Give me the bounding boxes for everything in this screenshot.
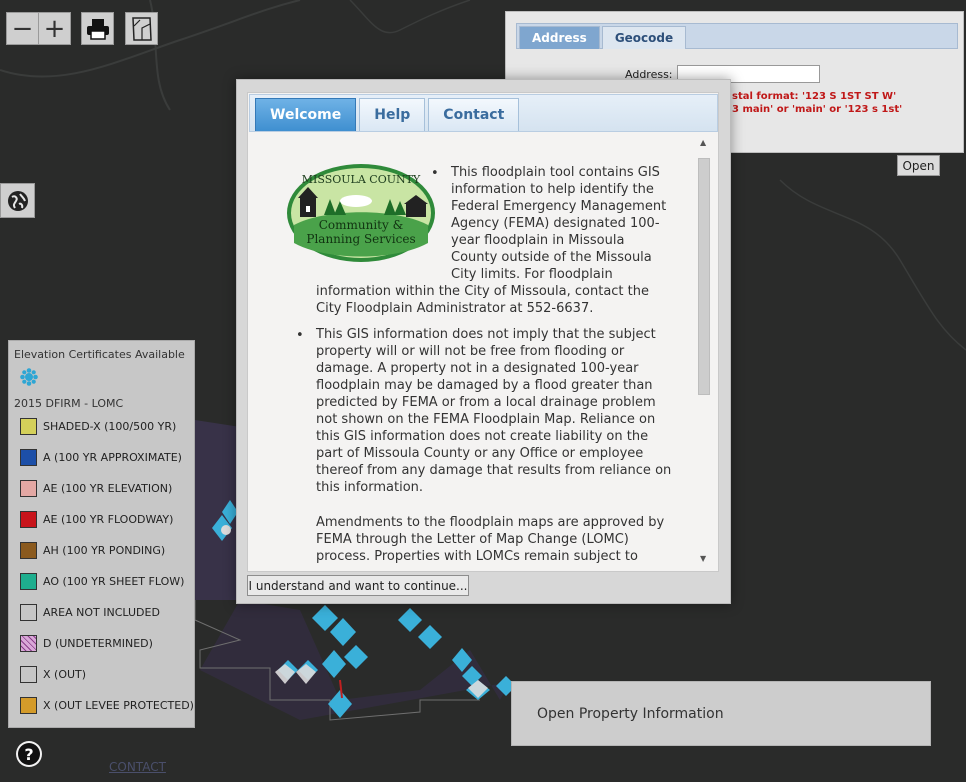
- tab-help[interactable]: Help: [359, 98, 426, 131]
- legend-label: AREA NOT INCLUDED: [43, 605, 160, 619]
- legend-label: AO (100 YR SHEET FLOW): [43, 574, 185, 588]
- legend-item: AH (100 YR PONDING): [20, 541, 165, 559]
- legend-item: D (UNDETERMINED): [20, 634, 153, 652]
- legend-label: AH (100 YR PONDING): [43, 543, 166, 557]
- legend-item: AO (100 YR SHEET FLOW): [20, 572, 184, 590]
- dialog-body[interactable]: MISSOULA COUNTY Community & Planning Ser…: [249, 138, 718, 571]
- text-line: predicted by FEMA or from a local draina…: [316, 395, 656, 410]
- text-line: FEMA through the Letter of Map Change (L…: [316, 532, 629, 547]
- text-line: part of Missoula County or any Office or…: [316, 446, 644, 461]
- legend-label: AE (100 YR ELEVATION): [43, 481, 173, 495]
- dialog-tabs: Welcome Help Contact: [249, 94, 718, 132]
- legend-header: Elevation Certificates Available: [14, 348, 185, 361]
- elevation-certificate-icon: [20, 368, 38, 386]
- legend-item: AE (100 YR ELEVATION): [20, 479, 172, 497]
- text-line: City limits. For floodplain: [451, 267, 613, 282]
- legend-label: X (OUT): [43, 667, 87, 681]
- logo-text-top: MISSOULA COUNTY: [302, 173, 421, 186]
- continue-button[interactable]: I understand and want to continue...: [247, 575, 469, 596]
- text-line: this GIS information does not create lia…: [316, 429, 649, 444]
- legend-label: D (UNDETERMINED): [43, 636, 153, 650]
- text-line: Federal Emergency Management: [451, 199, 667, 214]
- legend-item: AREA NOT INCLUDED: [20, 603, 160, 621]
- address-hint-2: 3 main' or 'main' or '123 s 1st': [732, 104, 903, 115]
- text-line: information to help identify the: [451, 182, 654, 197]
- logo-text-bottom: Planning Services: [306, 232, 415, 246]
- basemap-button[interactable]: [0, 183, 35, 218]
- tab-address[interactable]: Address: [519, 26, 600, 49]
- legend-item: A (100 YR APPROXIMATE): [20, 448, 182, 466]
- scrollbar[interactable]: ▲ ▼: [698, 138, 710, 569]
- globe-icon: [7, 190, 28, 211]
- legend-label: AE (100 YR FLOODWAY): [43, 512, 174, 526]
- legend-item: X (OUT): [20, 665, 86, 683]
- open-property-info-button[interactable]: Open Property Information: [511, 681, 931, 746]
- legend-swatch: [20, 665, 37, 683]
- bullet-dot-1: •: [431, 166, 439, 181]
- text-line: thereof from any damage that results fro…: [316, 463, 672, 478]
- legend-swatch: [20, 479, 37, 497]
- svg-text:?: ?: [24, 745, 33, 764]
- tab-contact[interactable]: Contact: [428, 98, 520, 131]
- printer-icon: [86, 18, 109, 40]
- text-line: City Floodplain Administrator at 552-663…: [316, 301, 594, 316]
- scroll-up-icon[interactable]: ▲: [700, 138, 706, 147]
- geocoder-open-button[interactable]: Open: [897, 155, 940, 176]
- legend-label: SHADED-X (100/500 YR): [43, 419, 177, 433]
- legend-swatch: [20, 417, 37, 435]
- text-line: not shown on the FEMA Floodplain Map. Re…: [316, 412, 656, 427]
- legend-swatch: [20, 696, 37, 714]
- text-line: Amendments to the floodplain maps are ap…: [316, 515, 665, 530]
- tab-geocode[interactable]: Geocode: [601, 26, 687, 49]
- legend-item: SHADED-X (100/500 YR): [20, 417, 176, 435]
- text-line: This floodplain tool contains GIS: [451, 165, 660, 180]
- legend-swatch: [20, 541, 37, 559]
- zoom-out-button[interactable]: −: [7, 13, 38, 44]
- question-icon: ?: [15, 740, 42, 767]
- text-line: floodplain may be damaged by a flood gre…: [316, 378, 653, 393]
- zoom-controls: − +: [6, 12, 71, 45]
- full-extent-icon: [131, 16, 152, 41]
- legend-swatch: [20, 448, 37, 466]
- text-line: this information.: [316, 480, 424, 495]
- legend-layer-title: 2015 DFIRM - LOMC: [14, 397, 124, 410]
- text-line: process. Properties with LOMCs remain su…: [316, 549, 638, 564]
- legend-swatch: [20, 572, 37, 590]
- legend-swatch: [20, 634, 37, 652]
- help-button[interactable]: ?: [12, 737, 45, 770]
- geocoder-tabs: Address Geocode: [516, 23, 958, 49]
- text-line: property will or will not be free from f…: [316, 344, 625, 359]
- text-line: This GIS information does not imply that…: [316, 327, 656, 342]
- text-line: Agency (FEMA) designated 100-: [451, 216, 660, 231]
- print-button[interactable]: [81, 12, 114, 45]
- address-hint-1: stal format: '123 S 1ST ST W': [732, 91, 897, 102]
- full-extent-button[interactable]: [125, 12, 158, 45]
- legend-item: AE (100 YR FLOODWAY): [20, 510, 173, 528]
- bullet-dot-2: •: [296, 328, 304, 343]
- scroll-thumb[interactable]: [698, 158, 710, 395]
- missoula-county-logo: MISSOULA COUNTY Community & Planning Ser…: [287, 164, 435, 262]
- legend-swatch: [20, 510, 37, 528]
- legend-label: A (100 YR APPROXIMATE): [43, 450, 182, 464]
- legend-panel: Elevation Certificates Available 2015 DF…: [8, 340, 195, 728]
- tab-welcome[interactable]: Welcome: [255, 98, 357, 131]
- text-line: County outside of the Missoula: [451, 250, 652, 265]
- contact-link[interactable]: CONTACT: [109, 760, 166, 774]
- legend-swatch: [20, 603, 37, 621]
- zoom-in-button[interactable]: +: [38, 13, 70, 44]
- welcome-dialog: Welcome Help Contact MISSOULA COUNTY Com…: [236, 79, 731, 604]
- text-line: information within the City of Missoula,…: [316, 284, 649, 299]
- text-line: damage. A property not in a designated 1…: [316, 361, 639, 376]
- legend-item: X (OUT LEVEE PROTECTED): [20, 696, 194, 714]
- logo-text-mid: Community &: [319, 218, 404, 232]
- dialog-content: Welcome Help Contact MISSOULA COUNTY Com…: [247, 92, 719, 572]
- scroll-down-icon[interactable]: ▼: [700, 554, 706, 563]
- text-line: year floodplain in Missoula: [451, 233, 625, 248]
- legend-label: X (OUT LEVEE PROTECTED): [43, 698, 194, 712]
